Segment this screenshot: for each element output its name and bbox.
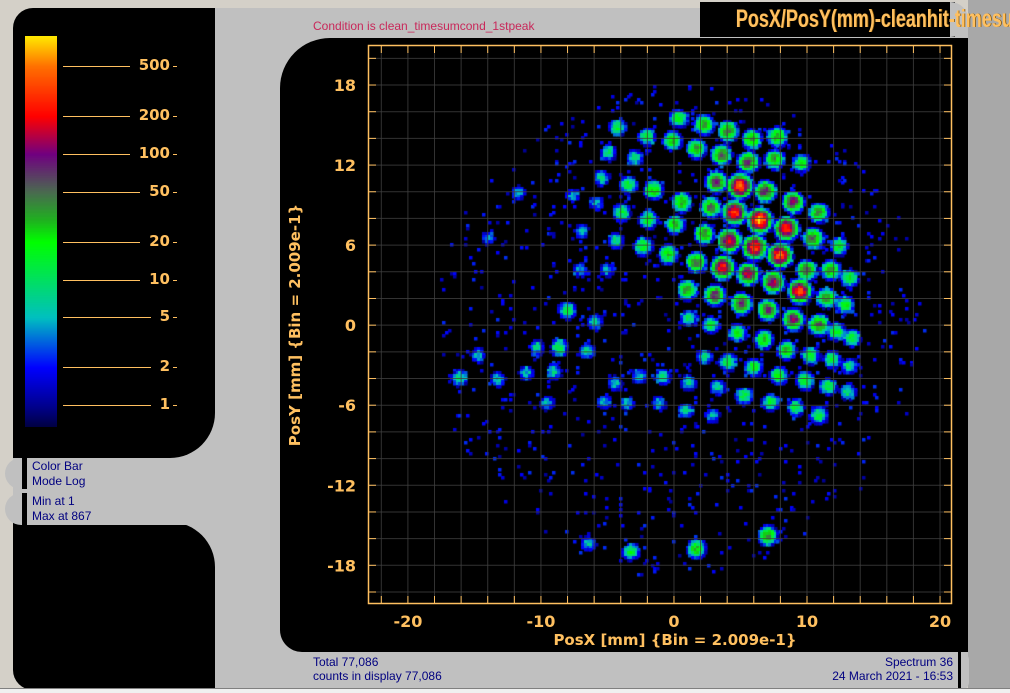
status-bar — [0, 688, 1010, 693]
y-axis-label: PosY [mm] {Bin = 2.009e-1} — [286, 203, 304, 447]
total-count: Total 77,086 — [313, 655, 379, 669]
total-info: Total 77,086 counts in display 77,086 — [313, 655, 442, 683]
spectrum-number: Spectrum 36 — [884, 655, 953, 669]
spectrum-info: Spectrum 36 24 March 2021 - 16:53 — [832, 655, 953, 683]
footer-cap — [961, 652, 969, 690]
x-axis-label: PosX [mm] {Bin = 2.009e-1} — [553, 631, 797, 649]
heatmap-canvas[interactable] — [368, 45, 952, 604]
timestamp: 24 March 2021 - 16:53 — [832, 669, 953, 683]
display-count: counts in display 77,086 — [313, 669, 442, 683]
